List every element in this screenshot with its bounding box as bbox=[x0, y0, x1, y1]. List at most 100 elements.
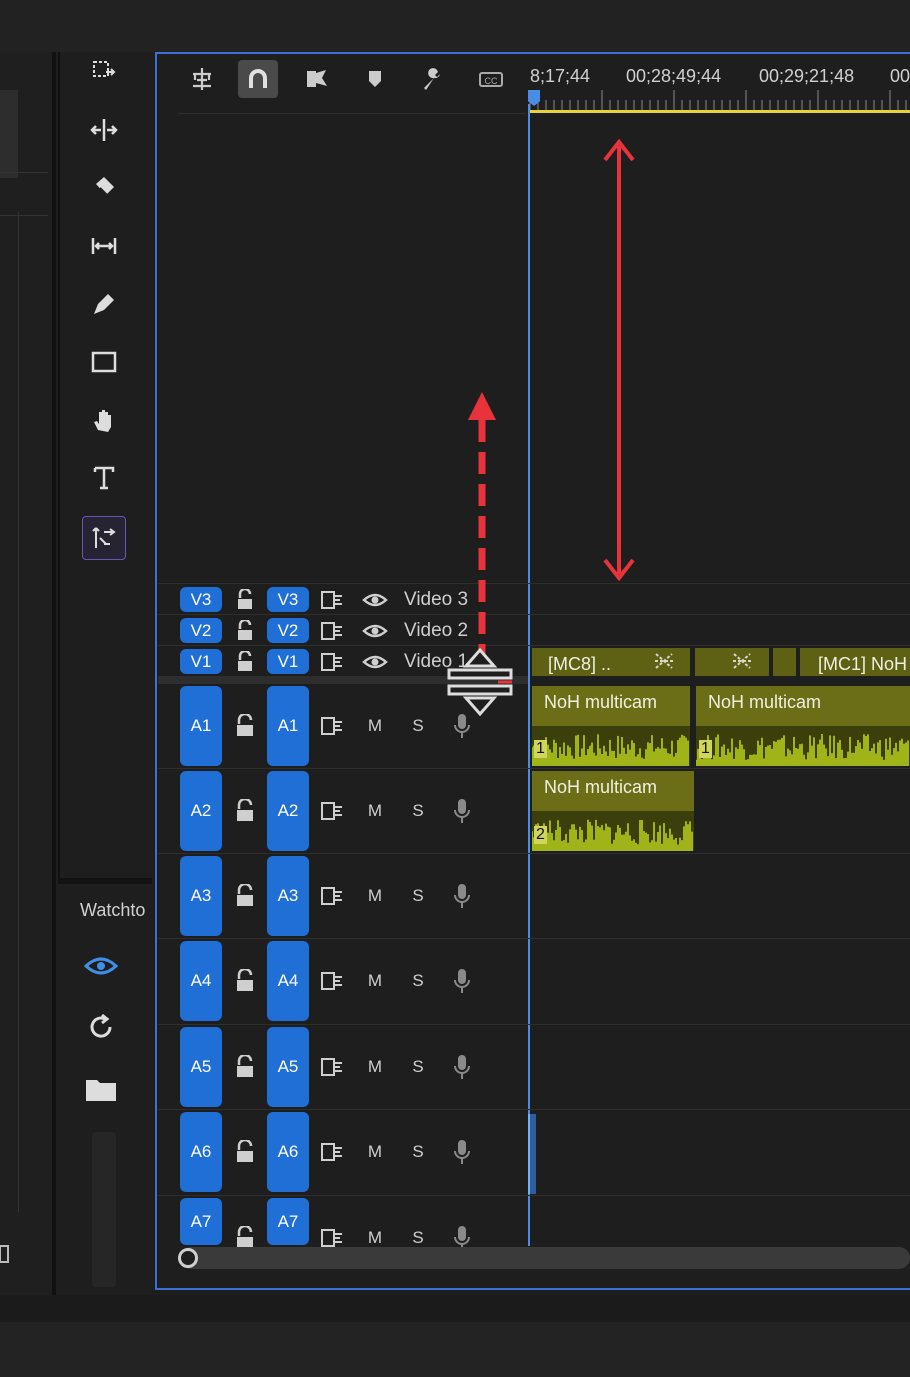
horizontal-scrollbar[interactable] bbox=[180, 1247, 910, 1269]
track-target[interactable]: A5 bbox=[267, 1027, 309, 1107]
track-target[interactable]: A2 bbox=[267, 771, 309, 851]
sync-lock-icon[interactable] bbox=[320, 886, 344, 906]
track-source-patch[interactable]: A1 bbox=[180, 686, 222, 766]
ripple-edit-icon[interactable] bbox=[86, 112, 122, 148]
track-source-patch[interactable]: A2 bbox=[180, 771, 222, 851]
sync-lock-icon[interactable] bbox=[320, 1142, 344, 1162]
refresh-icon[interactable] bbox=[86, 1012, 116, 1042]
eye-icon[interactable] bbox=[362, 590, 388, 610]
audio-clip[interactable]: NoH multicam bbox=[696, 686, 910, 726]
sync-lock-icon[interactable] bbox=[320, 801, 344, 821]
track-source-patch[interactable]: V2 bbox=[180, 618, 222, 643]
mute-button[interactable]: M bbox=[364, 1228, 386, 1248]
lock-icon[interactable] bbox=[236, 620, 254, 642]
solo-button[interactable]: S bbox=[407, 1142, 429, 1162]
clip-label: NoH multicam bbox=[544, 692, 658, 712]
solo-button[interactable]: S bbox=[407, 1057, 429, 1077]
sync-lock-icon[interactable] bbox=[320, 1228, 344, 1248]
lock-icon[interactable] bbox=[234, 884, 256, 908]
lock-icon[interactable] bbox=[234, 1140, 256, 1164]
lock-icon[interactable] bbox=[234, 1055, 256, 1079]
nest-icon[interactable] bbox=[182, 60, 222, 98]
track-source-patch[interactable]: A6 bbox=[180, 1112, 222, 1192]
captions-icon[interactable]: CC bbox=[471, 60, 511, 98]
eye-icon[interactable] bbox=[362, 652, 388, 672]
playhead[interactable] bbox=[528, 104, 530, 1246]
hand-icon[interactable] bbox=[86, 402, 122, 438]
pen-icon[interactable] bbox=[86, 286, 122, 322]
lock-icon[interactable] bbox=[236, 651, 254, 673]
status-area bbox=[0, 1322, 910, 1377]
solo-button[interactable]: S bbox=[407, 716, 429, 736]
video-clip[interactable]: [MC1] NoH bbox=[800, 648, 910, 676]
mute-button[interactable]: M bbox=[364, 1057, 386, 1077]
lock-icon[interactable] bbox=[234, 969, 256, 993]
track-source-patch[interactable]: V3 bbox=[180, 587, 222, 612]
solo-button[interactable]: S bbox=[407, 1228, 429, 1248]
microphone-icon[interactable] bbox=[452, 797, 472, 825]
snap-icon[interactable] bbox=[238, 60, 278, 98]
time-ruler[interactable] bbox=[528, 86, 910, 116]
track-source-patch[interactable]: A3 bbox=[180, 856, 222, 936]
marker-icon[interactable] bbox=[355, 60, 395, 98]
slip-icon[interactable] bbox=[86, 228, 122, 264]
sync-lock-icon[interactable] bbox=[320, 971, 344, 991]
mute-button[interactable]: M bbox=[364, 716, 386, 736]
microphone-icon[interactable] bbox=[452, 1138, 472, 1166]
eye-icon[interactable] bbox=[362, 621, 388, 641]
track-source-patch[interactable]: V1 bbox=[180, 649, 222, 674]
audio-clip[interactable]: NoH multicam bbox=[532, 686, 690, 726]
lock-icon[interactable] bbox=[236, 589, 254, 611]
audio-waveform bbox=[696, 726, 910, 766]
solo-button[interactable]: S bbox=[407, 971, 429, 991]
multicam-icon bbox=[733, 653, 751, 669]
razor-icon[interactable] bbox=[86, 170, 122, 206]
rectangle-icon[interactable] bbox=[86, 344, 122, 380]
track-name[interactable]: Video 3 bbox=[404, 589, 468, 611]
sync-lock-icon[interactable] bbox=[320, 621, 344, 641]
track-name[interactable]: Video 2 bbox=[404, 620, 468, 642]
audio-clip[interactable]: NoH multicam bbox=[532, 771, 694, 811]
track-target[interactable]: A7 bbox=[267, 1198, 309, 1245]
track-select-icon[interactable] bbox=[86, 54, 122, 90]
linked-selection-icon[interactable] bbox=[297, 60, 337, 98]
track-source-patch[interactable]: A5 bbox=[180, 1027, 222, 1107]
track-target[interactable]: V3 bbox=[267, 587, 309, 612]
mute-button[interactable]: M bbox=[364, 1142, 386, 1162]
solo-button[interactable]: S bbox=[407, 886, 429, 906]
type-icon[interactable] bbox=[86, 460, 122, 496]
track-target[interactable]: V2 bbox=[267, 618, 309, 643]
eye-icon[interactable] bbox=[84, 952, 118, 980]
panel-title[interactable]: Watchto bbox=[80, 900, 150, 921]
sync-lock-icon[interactable] bbox=[320, 652, 344, 672]
microphone-icon[interactable] bbox=[452, 967, 472, 995]
track-source-patch[interactable]: A7 bbox=[180, 1198, 222, 1245]
track-divider bbox=[158, 614, 910, 615]
remix-icon[interactable] bbox=[82, 516, 126, 560]
sync-lock-icon[interactable] bbox=[320, 590, 344, 610]
scroll-handle[interactable] bbox=[178, 1248, 198, 1268]
sync-lock-icon[interactable] bbox=[320, 716, 344, 736]
track-target[interactable]: A1 bbox=[267, 686, 309, 766]
track-target[interactable]: V1 bbox=[267, 649, 309, 674]
mute-button[interactable]: M bbox=[364, 886, 386, 906]
track-target[interactable]: A4 bbox=[267, 941, 309, 1021]
track-source-patch[interactable]: A4 bbox=[180, 941, 222, 1021]
solo-button[interactable]: S bbox=[407, 801, 429, 821]
microphone-icon[interactable] bbox=[452, 882, 472, 910]
video-clip[interactable] bbox=[773, 648, 796, 676]
lock-icon[interactable] bbox=[234, 799, 256, 823]
lock-icon[interactable] bbox=[234, 714, 256, 738]
track-target[interactable]: A6 bbox=[267, 1112, 309, 1192]
mute-button[interactable]: M bbox=[364, 801, 386, 821]
sync-lock-icon[interactable] bbox=[320, 1057, 344, 1077]
scrollbar[interactable] bbox=[92, 1132, 116, 1287]
wrench-icon[interactable] bbox=[413, 60, 453, 98]
mute-button[interactable]: M bbox=[364, 971, 386, 991]
track-target[interactable]: A3 bbox=[267, 856, 309, 936]
microphone-icon[interactable] bbox=[452, 1053, 472, 1081]
folder-icon[interactable] bbox=[85, 1076, 117, 1102]
trash-icon[interactable] bbox=[0, 1242, 10, 1264]
watch-folder-panel: Watchto bbox=[58, 884, 150, 1295]
app-top-bar bbox=[0, 0, 910, 52]
